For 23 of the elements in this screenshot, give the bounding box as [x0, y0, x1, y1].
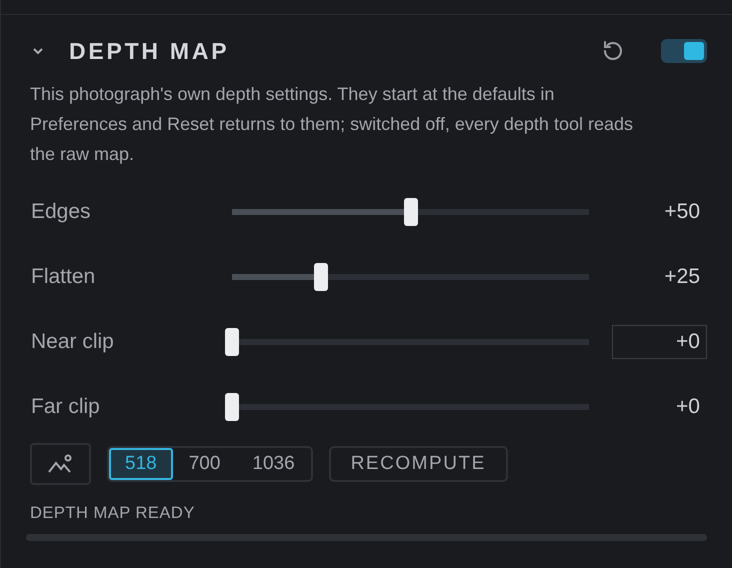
resolution-option[interactable]: 518: [109, 448, 173, 480]
status-text: DEPTH MAP READY: [30, 503, 196, 524]
slider-thumb[interactable]: [225, 328, 239, 356]
slider-label: Far clip: [31, 394, 101, 420]
slider-label: Near clip: [31, 328, 115, 355]
slider-value: +50: [663, 198, 701, 225]
slider-value: +25: [663, 264, 701, 290]
resolution-option[interactable]: 700: [172, 448, 236, 480]
slider-value: +0: [675, 394, 701, 420]
slider-value[interactable]: +0: [612, 324, 707, 358]
slider-thumb[interactable]: [404, 198, 418, 226]
recompute-button[interactable]: RECOMPUTE: [328, 446, 508, 482]
slider-thumb[interactable]: [314, 262, 328, 290]
slider-thumb[interactable]: [225, 392, 239, 420]
mountain-icon: [48, 454, 74, 474]
section-title: DEPTH MAP: [69, 36, 230, 66]
resolution-option[interactable]: 1036: [236, 448, 311, 480]
slider-label: Flatten: [31, 264, 96, 290]
slider-label: Edges: [31, 198, 92, 225]
depth-view-button[interactable]: [30, 443, 91, 485]
reset-icon[interactable]: [601, 39, 625, 63]
description-text: This photograph's own depth settings. They start at the defaults in Preferences and Reset returns to them; switched off, every depth tool reads the raw map.: [30, 83, 634, 166]
enable-toggle[interactable]: [661, 39, 707, 63]
